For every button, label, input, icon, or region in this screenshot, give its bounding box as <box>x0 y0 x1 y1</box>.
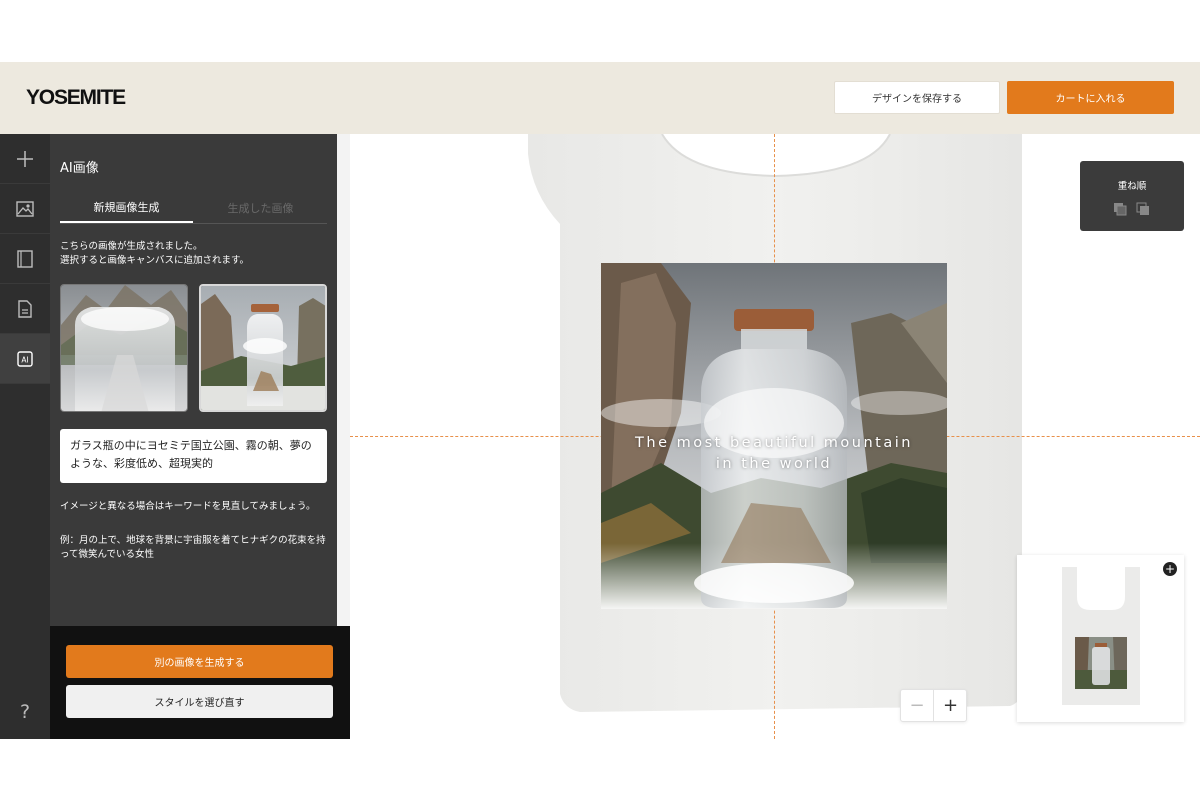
product-preview[interactable]: + <box>1017 555 1184 722</box>
panel-footer: 別の画像を生成する スタイルを選び直す <box>50 626 350 739</box>
image-icon <box>16 200 34 217</box>
book-icon <box>17 249 33 268</box>
layer-order-panel: 重ね順 <box>1080 161 1184 231</box>
svg-text:AI: AI <box>21 355 28 364</box>
generated-image <box>201 286 325 410</box>
header-bar: YOSEMITE デザインを保存する カートに入れる <box>0 62 1200 134</box>
zoom-out-button[interactable]: − <box>901 690 934 721</box>
ai-image-panel: AI画像 新規画像生成 生成した画像 こちらの画像が生成されました。 選択すると… <box>50 134 337 626</box>
tab-new-image[interactable]: 新規画像生成 <box>60 192 193 223</box>
design-caption-line: in the world <box>715 456 833 472</box>
bring-forward-button[interactable] <box>1113 201 1127 216</box>
description-line: 選択すると画像キャンバスに追加されます。 <box>60 255 250 266</box>
generated-image-thumbnail[interactable] <box>60 284 188 412</box>
save-design-button[interactable]: デザインを保存する <box>834 81 1000 114</box>
description-line: こちらの画像が生成されました。 <box>60 241 203 252</box>
add-to-cart-button[interactable]: カートに入れる <box>1007 81 1174 114</box>
design-canvas[interactable]: The most beautiful mountain in the world… <box>350 134 1200 739</box>
design-caption[interactable]: The most beautiful mountain in the world <box>601 433 947 475</box>
ai-tool-button[interactable]: AI <box>0 334 50 384</box>
tab-generated-images[interactable]: 生成した画像 <box>194 192 327 223</box>
generated-image-thumbnail-selected[interactable] <box>199 284 327 412</box>
image-tool-button[interactable] <box>0 184 50 234</box>
help-button[interactable]: ? <box>0 697 50 727</box>
design-editor: YOSEMITE デザインを保存する カートに入れる AI ? AI画像 新規画… <box>0 0 1200 800</box>
choose-style-button[interactable]: スタイルを選び直す <box>66 685 333 718</box>
send-backward-button[interactable] <box>1136 201 1150 215</box>
ai-icon: AI <box>17 350 33 367</box>
bring-forward-icon <box>1114 203 1127 216</box>
template-tool-button[interactable] <box>0 234 50 284</box>
zoom-in-button[interactable]: + <box>934 690 967 721</box>
text-tool-button[interactable] <box>0 284 50 334</box>
prompt-input[interactable]: ガラス瓶の中にヨセミテ国立公園、霧の朝、夢のような、彩度低め、超現実的 <box>60 429 327 483</box>
document-icon <box>18 299 32 318</box>
keyword-hint: イメージと異なる場合はキーワードを見直してみましょう。 <box>60 501 316 512</box>
canvas-design-image[interactable]: The most beautiful mountain in the world <box>601 263 947 609</box>
tool-rail: AI ? <box>0 134 50 739</box>
layer-order-title: 重ね順 <box>1117 181 1147 192</box>
add-tool-button[interactable] <box>0 134 50 184</box>
tote-preview-image <box>1062 567 1140 705</box>
zoom-controls: − + <box>900 689 967 722</box>
plus-icon <box>17 150 33 167</box>
logo: YOSEMITE <box>26 86 126 109</box>
panel-scrollbar[interactable] <box>337 134 350 626</box>
panel-description: こちらの画像が生成されました。 選択すると画像キャンバスに追加されます。 <box>60 240 249 268</box>
generated-image <box>61 285 187 411</box>
send-backward-icon <box>1136 202 1149 215</box>
regenerate-image-button[interactable]: 別の画像を生成する <box>66 645 333 678</box>
panel-tabs: 新規画像生成 生成した画像 <box>60 192 327 224</box>
panel-title: AI画像 <box>60 161 99 176</box>
add-preview-button[interactable]: + <box>1163 562 1177 576</box>
design-caption-line: The most beautiful mountain <box>635 435 913 451</box>
prompt-example: 例：月の上で、地球を背景に宇宙服を着てヒナギクの花束を持って微笑んでいる女性 <box>60 535 326 560</box>
